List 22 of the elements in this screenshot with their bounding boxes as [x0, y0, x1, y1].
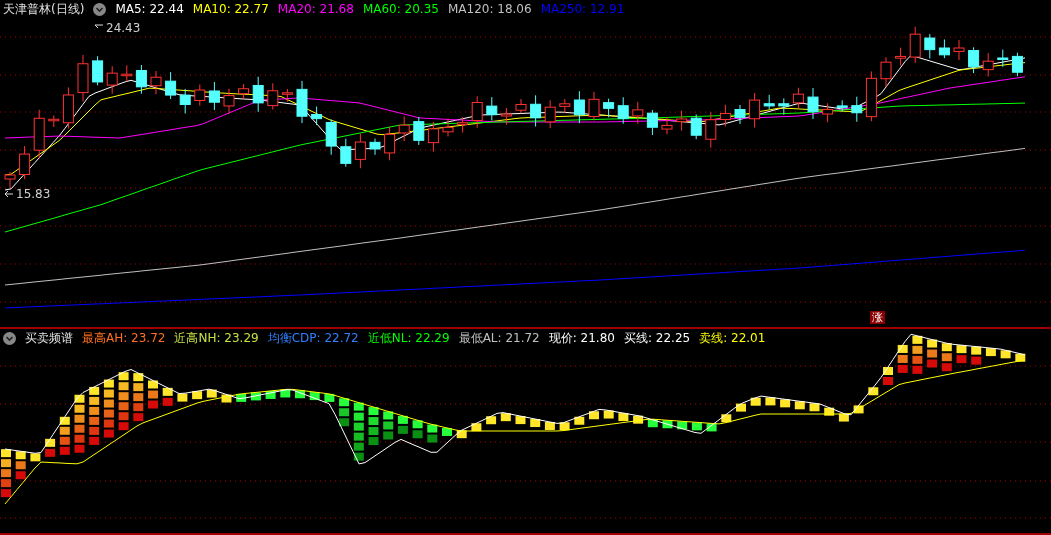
- collapse-icon[interactable]: [93, 2, 107, 16]
- indicator-value: 现价: 21.80: [548, 329, 615, 347]
- indicator-value: 近低NL: 22.29: [367, 329, 450, 347]
- indicator-value: 最低AL: 21.72: [458, 329, 540, 347]
- high-price-label: 24.43: [106, 21, 141, 35]
- indicator-value: 均衡CDP: 22.72: [267, 329, 359, 347]
- indicator-value: MA5: 22.44: [115, 2, 184, 16]
- indicator-value: 买线: 22.25: [623, 329, 691, 347]
- indicator-value: MA20: 21.68: [277, 2, 354, 16]
- arrow-icon: [4, 190, 14, 198]
- indicator-value: MA10: 22.77: [192, 2, 269, 16]
- rise-badge: 涨: [870, 311, 885, 324]
- low-price-label: 15.83: [16, 187, 51, 201]
- collapse-icon[interactable]: [3, 331, 16, 345]
- indicator-value: MA120: 18.06: [447, 2, 532, 16]
- indicator-value: MA60: 20.35: [362, 2, 439, 16]
- indicator-value: 最高AH: 23.72: [82, 329, 166, 347]
- indicator-value: 卖线: 22.01: [699, 329, 766, 347]
- indicator-value: 近高NH: 23.29: [174, 329, 259, 347]
- chart-title: 买卖频谱: [25, 329, 73, 347]
- chart-title: 天津普林(日线): [3, 0, 85, 18]
- indicator-value: MA250: 12.91: [540, 2, 625, 16]
